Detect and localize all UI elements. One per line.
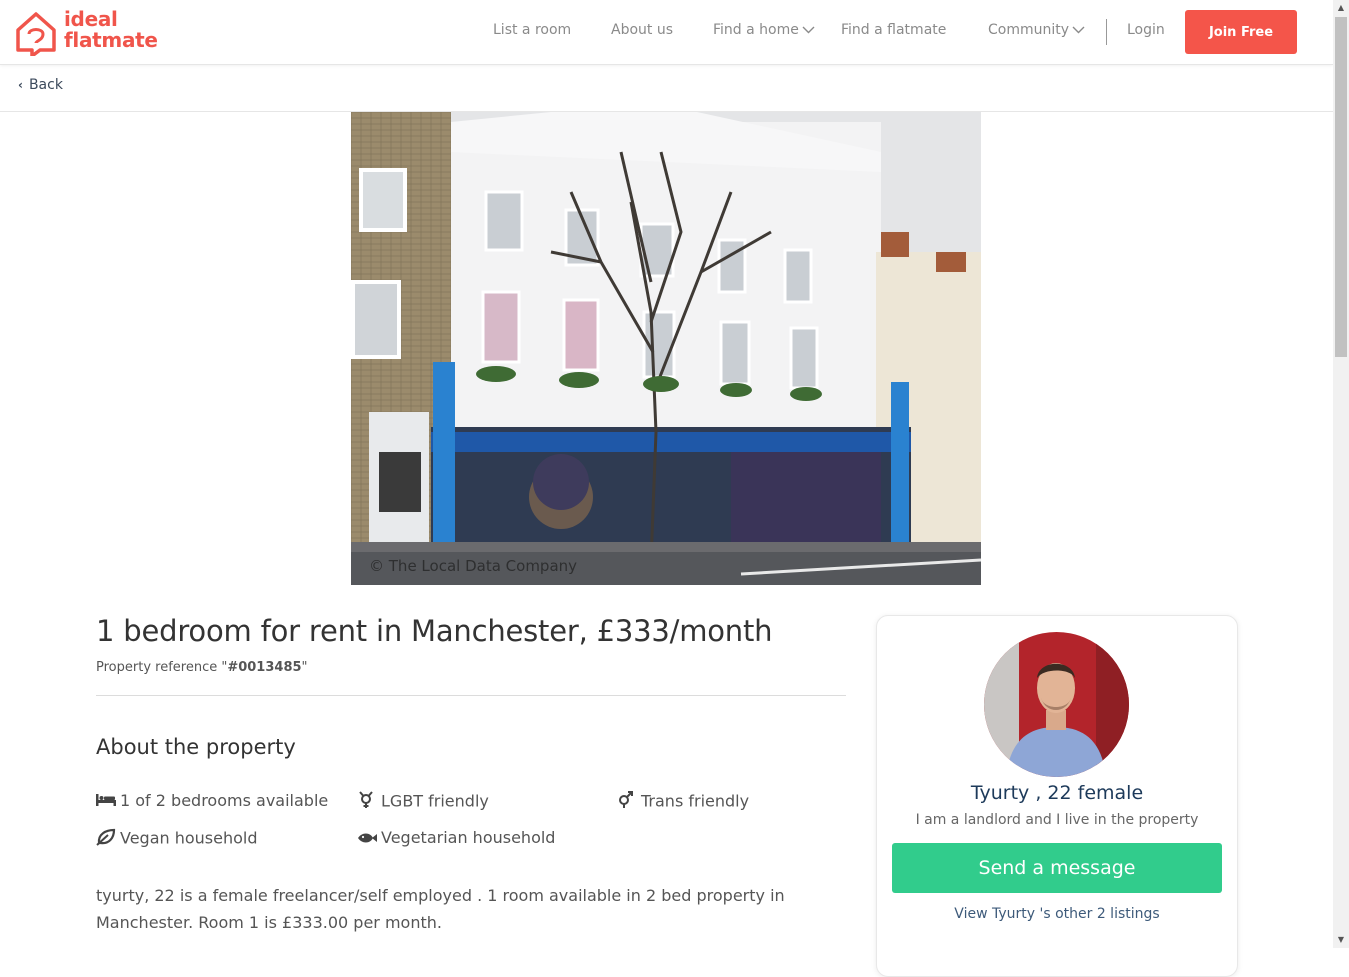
- fish-icon: [357, 829, 377, 848]
- nav-community-label: Community: [988, 22, 1070, 38]
- back-bar: ‹ Back: [0, 65, 1333, 112]
- owner-subtitle: I am a landlord and I live in the proper…: [915, 812, 1199, 828]
- site-header: ideal flatmate List a room About us Find…: [0, 0, 1333, 65]
- back-label: Back: [28, 77, 63, 93]
- avatar[interactable]: [984, 632, 1129, 777]
- feature-trans: Trans friendly: [617, 791, 749, 813]
- feature-label: Trans friendly: [641, 791, 750, 811]
- photo-credit: © The Local Data Company: [369, 557, 578, 575]
- leaf-icon: [96, 828, 116, 850]
- nav-find-a-home[interactable]: Find a home: [713, 22, 815, 38]
- ref-value: #0013485: [227, 660, 302, 675]
- feature-label: Vegetarian household: [381, 828, 556, 847]
- about-section-title: About the property: [96, 735, 296, 759]
- feature-lgbt: LGBT friendly: [357, 791, 489, 813]
- scroll-thumb[interactable]: [1335, 17, 1347, 357]
- house-logo-icon: [16, 12, 56, 56]
- listing-description: tyurty, 22 is a female freelancer/self e…: [96, 886, 785, 932]
- back-link[interactable]: ‹ Back: [18, 77, 63, 93]
- chevron-down-icon: [802, 26, 815, 34]
- feature-label: LGBT friendly: [381, 791, 489, 811]
- feature-label: Vegan household: [120, 828, 258, 848]
- lgbt-icon: [357, 791, 377, 813]
- feature-vegetarian: Vegetarian household: [357, 828, 555, 848]
- bed-icon: [96, 792, 116, 811]
- property-reference: Property reference "#0013485": [96, 660, 308, 675]
- page-scrollbar[interactable]: ▲ ▼: [1333, 0, 1349, 948]
- ref-suffix: ": [301, 660, 308, 675]
- building-photo-image: [351, 112, 981, 585]
- brand-wordmark: ideal flatmate: [64, 9, 158, 51]
- other-listings-link[interactable]: View Tyurty 's other 2 listings: [877, 906, 1237, 922]
- ref-prefix: Property reference ": [96, 660, 228, 675]
- chevron-left-icon: ‹: [18, 78, 23, 92]
- nav-find-a-home-label: Find a home: [713, 22, 799, 38]
- login-link[interactable]: Login: [1127, 22, 1165, 38]
- owner-photo-image: [984, 632, 1129, 777]
- send-message-button[interactable]: Send a message: [892, 843, 1222, 893]
- feature-bedrooms: 1 of 2 bedrooms available: [96, 791, 328, 811]
- listing-title: 1 bedroom for rent in Manchester, £333/m…: [96, 614, 773, 648]
- brand-line2: flatmate: [64, 28, 158, 52]
- trans-icon: [617, 791, 637, 813]
- feature-vegan: Vegan household: [96, 828, 258, 850]
- brand-logo[interactable]: ideal flatmate: [14, 8, 184, 56]
- divider: [96, 695, 846, 696]
- join-free-button[interactable]: Join Free: [1185, 10, 1297, 54]
- nav-about-us[interactable]: About us: [611, 22, 673, 38]
- feature-label: 1 of 2 bedrooms available: [120, 791, 329, 810]
- owner-name[interactable]: Tyurty , 22 female: [877, 782, 1237, 804]
- owner-card: Tyurty , 22 female I am a landlord and I…: [876, 615, 1238, 977]
- nav-divider: [1106, 19, 1107, 45]
- nav-community[interactable]: Community: [988, 22, 1085, 38]
- brand-line1: ideal: [64, 7, 118, 31]
- scroll-down-arrow-icon[interactable]: ▼: [1333, 932, 1349, 948]
- nav-list-a-room[interactable]: List a room: [493, 22, 571, 38]
- chevron-down-icon: [1072, 26, 1085, 34]
- nav-find-a-flatmate[interactable]: Find a flatmate: [841, 22, 946, 38]
- property-photo[interactable]: © The Local Data Company: [351, 112, 981, 585]
- scroll-up-arrow-icon[interactable]: ▲: [1333, 0, 1349, 16]
